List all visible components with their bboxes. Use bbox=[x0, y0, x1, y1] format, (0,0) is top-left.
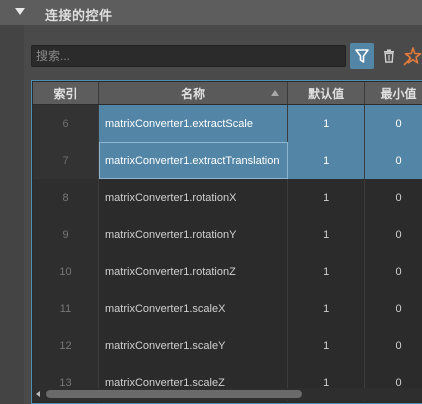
row-default-value[interactable]: 1 bbox=[288, 290, 366, 327]
horizontal-scrollbar[interactable] bbox=[31, 388, 422, 400]
row-index: 10 bbox=[33, 253, 99, 290]
column-header-label: 名称 bbox=[181, 86, 206, 101]
table-row[interactable]: 10 matrixConverter1.rotationZ 1 0 bbox=[33, 253, 422, 290]
column-header-label: 默认值 bbox=[308, 86, 345, 101]
filter-button[interactable] bbox=[350, 43, 374, 69]
row-default-value[interactable]: 1 bbox=[288, 216, 366, 253]
row-default-value[interactable]: 1 bbox=[288, 179, 366, 216]
row-index: 12 bbox=[33, 327, 99, 364]
row-name[interactable]: matrixConverter1.rotationY bbox=[99, 216, 289, 253]
table-row[interactable]: 8 matrixConverter1.rotationX 1 0 bbox=[33, 179, 422, 216]
row-name[interactable]: matrixConverter1.extractTranslation bbox=[99, 142, 289, 179]
row-min-value[interactable]: 0 bbox=[365, 290, 422, 327]
filter-icon bbox=[355, 49, 369, 63]
table-body: 6 matrixConverter1.extractScale 1 0 7 ma… bbox=[33, 105, 422, 401]
row-default-value[interactable]: 1 bbox=[288, 253, 366, 290]
connected-controls-editor: 连接的控件 索引 名称 bbox=[0, 0, 422, 404]
row-index: 6 bbox=[33, 105, 99, 142]
column-header-name[interactable]: 名称 bbox=[99, 82, 289, 104]
row-index: 9 bbox=[33, 216, 99, 253]
table-row[interactable]: 7 matrixConverter1.extractTranslation 1 … bbox=[33, 142, 422, 179]
row-name[interactable]: matrixConverter1.extractScale bbox=[99, 105, 289, 142]
trash-icon bbox=[384, 49, 394, 63]
row-min-value[interactable]: 0 bbox=[365, 142, 422, 179]
delete-button[interactable] bbox=[381, 47, 397, 65]
row-min-value[interactable]: 0 bbox=[365, 327, 422, 364]
row-default-value[interactable]: 1 bbox=[288, 327, 366, 364]
row-default-value[interactable]: 1 bbox=[288, 105, 366, 142]
controls-table: 索引 名称 默认值 最小值 6 matrixConverter1.extract… bbox=[31, 80, 422, 404]
column-header-label: 最小值 bbox=[380, 86, 417, 101]
table-row[interactable]: 6 matrixConverter1.extractScale 1 0 bbox=[33, 105, 422, 142]
search-input[interactable] bbox=[31, 45, 346, 67]
sort-ascending-icon bbox=[271, 90, 280, 96]
star-pin-icon bbox=[403, 47, 422, 66]
column-header-default[interactable]: 默认值 bbox=[288, 82, 366, 104]
row-index: 7 bbox=[33, 142, 99, 179]
scrollbar-thumb[interactable] bbox=[46, 390, 302, 398]
row-min-value[interactable]: 0 bbox=[365, 253, 422, 290]
column-header-min[interactable]: 最小值 bbox=[365, 82, 422, 104]
row-min-value[interactable]: 0 bbox=[365, 179, 422, 216]
row-name[interactable]: matrixConverter1.scaleY bbox=[99, 327, 289, 364]
column-header-index[interactable]: 索引 bbox=[33, 82, 100, 104]
collapse-arrow-icon[interactable] bbox=[15, 8, 25, 15]
row-index: 11 bbox=[33, 290, 99, 327]
pin-button[interactable] bbox=[403, 45, 422, 67]
row-name[interactable]: matrixConverter1.rotationZ bbox=[99, 253, 289, 290]
table-row[interactable]: 12 matrixConverter1.scaleY 1 0 bbox=[33, 327, 422, 364]
section-header[interactable]: 连接的控件 bbox=[0, 0, 422, 25]
row-index: 8 bbox=[33, 179, 99, 216]
row-default-value[interactable]: 1 bbox=[288, 142, 366, 179]
row-min-value[interactable]: 0 bbox=[365, 216, 422, 253]
row-name[interactable]: matrixConverter1.rotationX bbox=[99, 179, 289, 216]
row-min-value[interactable]: 0 bbox=[365, 105, 422, 142]
section-title: 连接的控件 bbox=[45, 8, 113, 23]
column-header-label: 索引 bbox=[53, 86, 78, 101]
table-row[interactable]: 9 matrixConverter1.rotationY 1 0 bbox=[33, 216, 422, 253]
table-header: 索引 名称 默认值 最小值 bbox=[33, 82, 422, 104]
scroll-left-arrow-icon[interactable] bbox=[36, 391, 40, 397]
table-row[interactable]: 11 matrixConverter1.scaleX 1 0 bbox=[33, 290, 422, 327]
row-name[interactable]: matrixConverter1.scaleX bbox=[99, 290, 289, 327]
